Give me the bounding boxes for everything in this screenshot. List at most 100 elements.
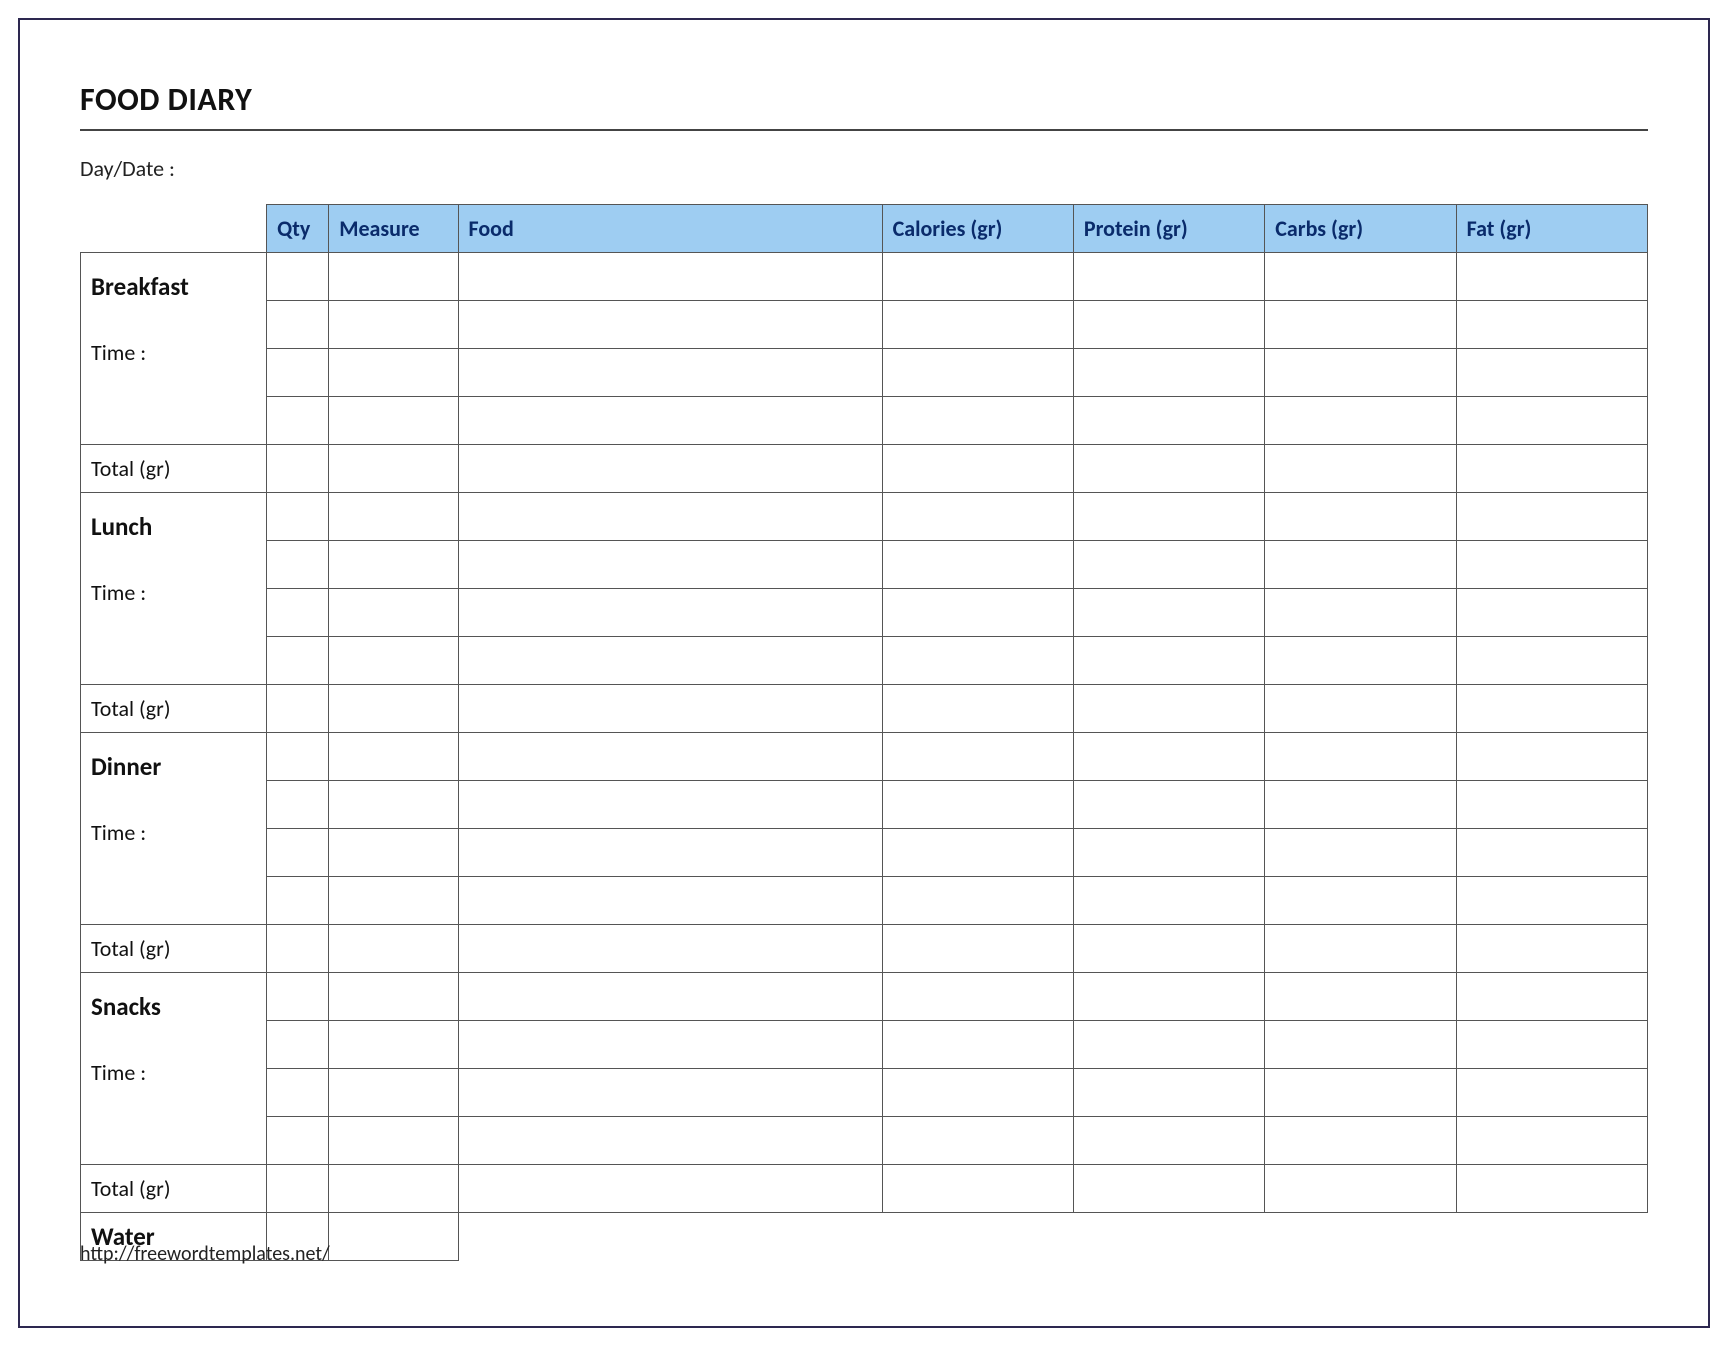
cell[interactable]	[458, 541, 882, 589]
cell[interactable]	[1456, 733, 1647, 781]
cell[interactable]	[1265, 1165, 1456, 1213]
cell[interactable]	[1456, 973, 1647, 1021]
cell[interactable]	[1073, 925, 1264, 973]
cell[interactable]	[329, 1213, 458, 1261]
cell[interactable]	[458, 781, 882, 829]
cell[interactable]	[458, 1165, 882, 1213]
cell[interactable]	[882, 1165, 1073, 1213]
cell[interactable]	[1073, 829, 1264, 877]
cell[interactable]	[267, 349, 329, 397]
cell[interactable]	[267, 781, 329, 829]
cell[interactable]	[882, 877, 1073, 925]
cell[interactable]	[1456, 397, 1647, 445]
cell[interactable]	[458, 1069, 882, 1117]
cell[interactable]	[882, 589, 1073, 637]
cell[interactable]	[1265, 1117, 1456, 1165]
cell[interactable]	[458, 733, 882, 781]
cell[interactable]	[1073, 781, 1264, 829]
cell[interactable]	[1265, 445, 1456, 493]
cell[interactable]	[329, 1021, 458, 1069]
cell[interactable]	[1456, 925, 1647, 973]
cell[interactable]	[882, 829, 1073, 877]
cell[interactable]	[1073, 685, 1264, 733]
cell[interactable]	[882, 1069, 1073, 1117]
cell[interactable]	[882, 301, 1073, 349]
cell[interactable]	[267, 685, 329, 733]
cell[interactable]	[1073, 493, 1264, 541]
cell[interactable]	[1456, 445, 1647, 493]
cell[interactable]	[458, 925, 882, 973]
cell[interactable]	[882, 253, 1073, 301]
cell[interactable]	[1073, 1165, 1264, 1213]
cell[interactable]	[1073, 349, 1264, 397]
cell[interactable]	[1265, 1069, 1456, 1117]
cell[interactable]	[1073, 1021, 1264, 1069]
cell[interactable]	[458, 877, 882, 925]
cell[interactable]	[882, 349, 1073, 397]
cell[interactable]	[329, 349, 458, 397]
cell[interactable]	[1265, 973, 1456, 1021]
cell[interactable]	[1073, 301, 1264, 349]
cell[interactable]	[882, 733, 1073, 781]
cell[interactable]	[1265, 877, 1456, 925]
cell[interactable]	[329, 493, 458, 541]
cell[interactable]	[1073, 541, 1264, 589]
cell[interactable]	[1265, 301, 1456, 349]
cell[interactable]	[267, 877, 329, 925]
cell[interactable]	[267, 589, 329, 637]
cell[interactable]	[329, 1165, 458, 1213]
cell[interactable]	[1265, 829, 1456, 877]
cell[interactable]	[882, 637, 1073, 685]
cell[interactable]	[882, 973, 1073, 1021]
cell[interactable]	[1073, 397, 1264, 445]
cell[interactable]	[267, 973, 329, 1021]
cell[interactable]	[1073, 589, 1264, 637]
cell[interactable]	[458, 493, 882, 541]
cell[interactable]	[329, 1069, 458, 1117]
cell[interactable]	[458, 253, 882, 301]
cell[interactable]	[1456, 301, 1647, 349]
cell[interactable]	[329, 445, 458, 493]
cell[interactable]	[458, 1117, 882, 1165]
cell[interactable]	[1073, 1069, 1264, 1117]
cell[interactable]	[1265, 253, 1456, 301]
cell[interactable]	[329, 541, 458, 589]
cell[interactable]	[1456, 1021, 1647, 1069]
cell[interactable]	[1265, 541, 1456, 589]
cell[interactable]	[267, 493, 329, 541]
cell[interactable]	[329, 925, 458, 973]
cell[interactable]	[1265, 733, 1456, 781]
cell[interactable]	[882, 541, 1073, 589]
cell[interactable]	[1456, 493, 1647, 541]
cell[interactable]	[1456, 541, 1647, 589]
cell[interactable]	[1265, 1021, 1456, 1069]
cell[interactable]	[267, 1117, 329, 1165]
cell[interactable]	[329, 253, 458, 301]
cell[interactable]	[1073, 253, 1264, 301]
cell[interactable]	[267, 1069, 329, 1117]
cell[interactable]	[329, 397, 458, 445]
cell[interactable]	[329, 973, 458, 1021]
cell[interactable]	[1265, 685, 1456, 733]
cell[interactable]	[1265, 589, 1456, 637]
cell[interactable]	[329, 733, 458, 781]
cell[interactable]	[1456, 1165, 1647, 1213]
cell[interactable]	[1073, 1117, 1264, 1165]
cell[interactable]	[882, 493, 1073, 541]
cell[interactable]	[1265, 349, 1456, 397]
cell[interactable]	[329, 829, 458, 877]
cell[interactable]	[458, 589, 882, 637]
cell[interactable]	[1456, 589, 1647, 637]
cell[interactable]	[882, 685, 1073, 733]
cell[interactable]	[458, 685, 882, 733]
cell[interactable]	[267, 541, 329, 589]
cell[interactable]	[267, 445, 329, 493]
cell[interactable]	[329, 301, 458, 349]
cell[interactable]	[329, 637, 458, 685]
cell[interactable]	[1073, 733, 1264, 781]
cell[interactable]	[267, 829, 329, 877]
cell[interactable]	[329, 877, 458, 925]
cell[interactable]	[267, 301, 329, 349]
cell[interactable]	[882, 445, 1073, 493]
cell[interactable]	[1456, 637, 1647, 685]
